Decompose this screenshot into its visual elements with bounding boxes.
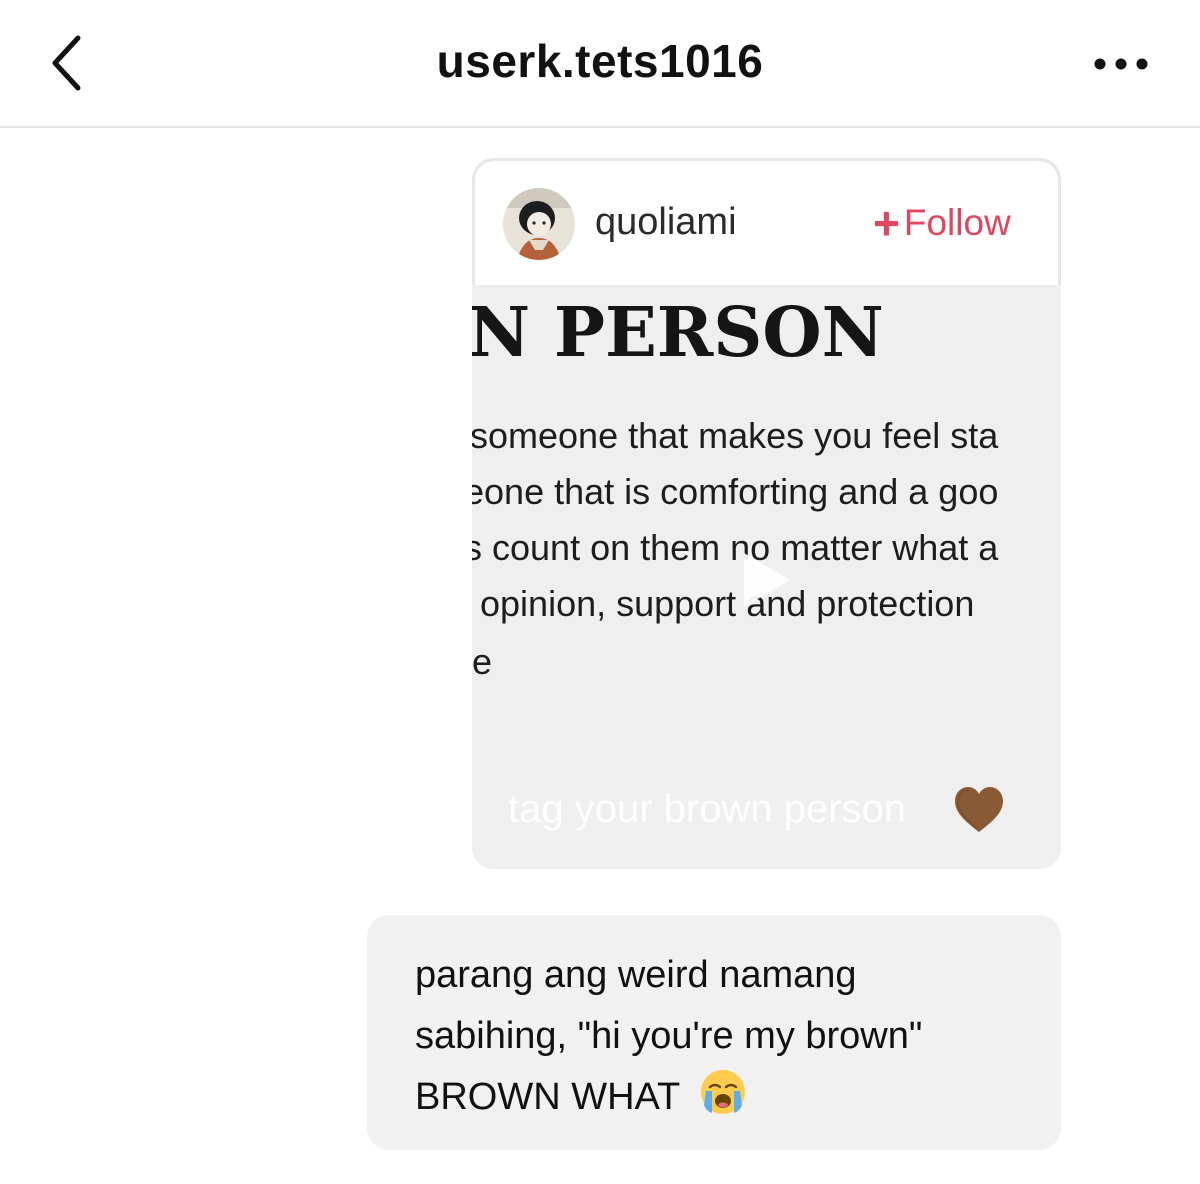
brown-heart-icon bbox=[955, 787, 1003, 832]
chevron-left-icon bbox=[52, 35, 81, 91]
play-icon[interactable] bbox=[734, 547, 796, 613]
follow-label: Follow bbox=[903, 202, 1011, 243]
message-line: sabihing, "hi you're my brown" bbox=[415, 1015, 923, 1057]
video-caption: tag your brown person bbox=[508, 787, 907, 831]
message-line: parang ang weird namang bbox=[415, 954, 857, 996]
video-text-line: someone that makes you feel sta bbox=[472, 415, 999, 456]
video-thumbnail[interactable]: N PERSON someone that makes you feel sta… bbox=[472, 285, 1061, 869]
follow-button[interactable]: + Follow bbox=[873, 199, 1011, 247]
post-owner-name[interactable]: quoliami bbox=[595, 201, 737, 244]
message-line-last: BROWN WHAT bbox=[415, 1067, 1035, 1128]
video-text-line: e bbox=[472, 641, 493, 682]
message-line: BROWN WHAT bbox=[415, 1076, 680, 1118]
plus-icon: + bbox=[873, 197, 900, 249]
video-heading-text: N PERSON bbox=[472, 293, 884, 373]
shared-video-card[interactable]: quoliami + Follow N PERSON someone that … bbox=[472, 158, 1061, 869]
message-text: parang ang weird namang sabihing, "hi yo… bbox=[415, 945, 1035, 1128]
chat-title: userk.tets1016 bbox=[436, 35, 764, 87]
avatar[interactable] bbox=[503, 188, 575, 260]
chat-header: userk.tets1016 bbox=[0, 0, 1200, 128]
video-text-line: eone that is comforting and a goo bbox=[472, 471, 999, 512]
message-bubble[interactable]: parang ang weird namang sabihing, "hi yo… bbox=[367, 915, 1061, 1150]
back-button[interactable] bbox=[40, 30, 100, 96]
more-horizontal-icon bbox=[1094, 58, 1148, 70]
loudly-crying-face-icon bbox=[701, 1070, 746, 1114]
video-text-line: t opinion, support and protection bbox=[472, 583, 975, 624]
more-options-button[interactable] bbox=[1086, 46, 1156, 82]
shared-video-header: quoliami + Follow bbox=[475, 161, 1058, 285]
